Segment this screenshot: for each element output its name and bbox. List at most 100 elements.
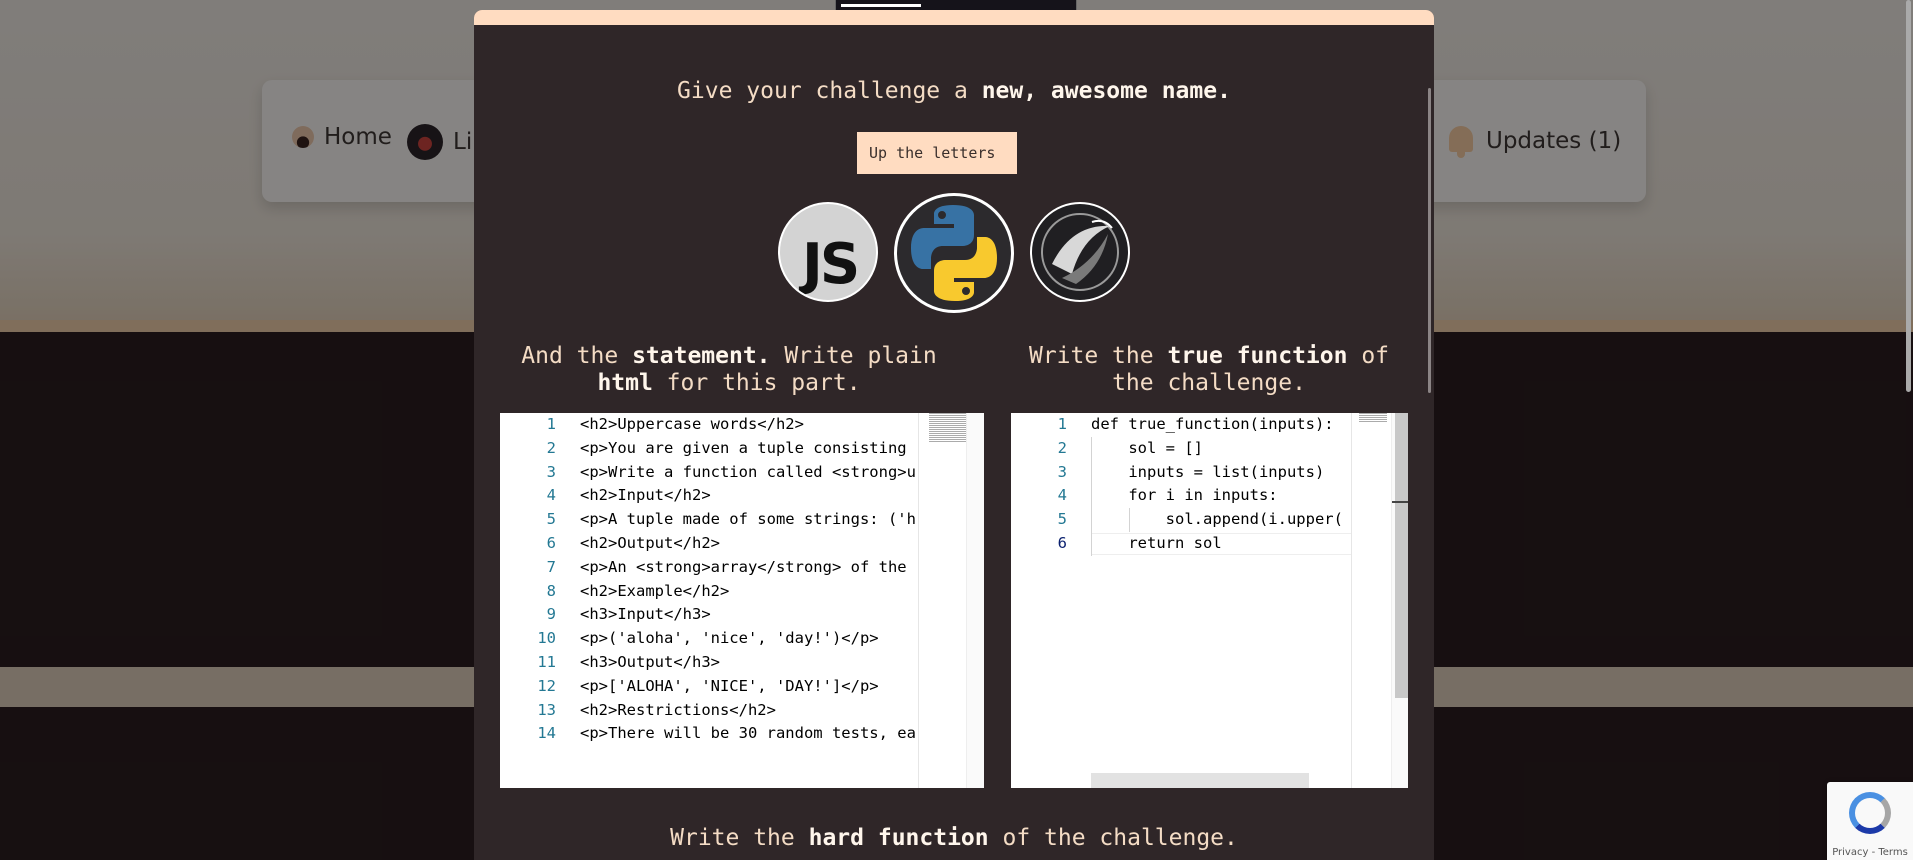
code-line[interactable]: 2 sol = [] [1011,437,1408,461]
statement-heading: And the statement. Write plain html for … [504,343,954,397]
recaptcha-links[interactable]: Privacy - Terms [1827,847,1913,858]
create-challenge-modal: Give your challenge a new, awesome name.… [474,10,1434,860]
line-number: 1 [1057,415,1067,433]
recaptcha-icon [1849,792,1891,834]
code-line[interactable]: 8 <h2>Example</h2> [500,580,984,604]
line-number: 4 [1057,486,1067,505]
cursor-position-marker [1392,501,1408,503]
line-number: 6 [1057,533,1067,552]
code-text[interactable]: <p>You are given a tuple consisting [580,437,907,461]
code-line[interactable]: 6 return sol [1011,532,1408,556]
javascript-logo: JS [802,232,860,297]
minimap-preview [1359,413,1387,423]
code-line[interactable]: 10 <p>('aloha', 'nice', 'day!')</p> [500,627,984,651]
language-python[interactable] [894,193,1014,313]
recaptcha-badge[interactable]: Privacy - Terms [1827,782,1913,860]
true-heading-bold: true function [1167,343,1348,369]
challenge-name-input[interactable] [857,132,1017,174]
statement-editor-scrollbar[interactable] [966,413,984,788]
code-text[interactable]: <p>There will be 30 random tests, ea [580,722,916,746]
statement-editor-minimap[interactable] [918,413,967,788]
true-editor-scrollbar[interactable] [1391,413,1408,788]
page-scrollbar-thumb[interactable] [1906,0,1911,392]
name-heading-bold: new, awesome name. [981,78,1231,104]
code-line[interactable]: 5 <p>A tuple made of some strings: ('h [500,508,984,532]
code-text[interactable]: <p>An <strong>array</strong> of the [580,556,907,580]
line-number: 3 [1057,462,1067,481]
hard-function-heading: Write the hard function of the challenge… [474,825,1434,852]
code-text[interactable]: <p>Write a function called <strong>u [580,461,916,485]
indent-guide [1129,508,1130,532]
name-heading-text: Give your challenge a [677,78,982,104]
hard-heading-text-1: Write the [670,825,809,851]
code-text[interactable]: <h2>Example</h2> [580,580,729,604]
code-text[interactable]: <p>['ALOHA', 'NICE', 'DAY!']</p> [580,675,879,699]
line-number: 2 [546,438,556,457]
code-line[interactable]: 4 for i in inputs: [1011,484,1408,508]
code-text[interactable]: <h2>Output</h2> [580,532,720,556]
line-number: 5 [546,510,556,529]
code-text[interactable]: <h3>Output</h3> [580,651,720,675]
code-text[interactable]: <h2>Input</h2> [580,484,711,508]
code-line[interactable]: 12 <p>['ALOHA', 'NICE', 'DAY!']</p> [500,675,984,699]
true-editor-scrollbar-thumb[interactable] [1395,413,1408,698]
true-function-heading: Write the true function of the challenge… [1004,343,1414,397]
code-line[interactable]: 3 <p>Write a function called <strong>u [500,461,984,485]
indent-guide [1091,436,1092,556]
line-number: 12 [537,676,556,695]
line-number: 5 [1057,510,1067,529]
modal-scrollbar[interactable] [1428,88,1431,393]
ocaml-logo-icon [1041,213,1119,291]
code-line[interactable]: 3 inputs = list(inputs) [1011,461,1408,485]
language-javascript[interactable]: JS [778,202,878,302]
statement-heading-text-1: And the [521,343,633,369]
true-heading-text-1: Write the [1028,343,1168,369]
name-heading: Give your challenge a new, awesome name. [474,78,1434,105]
code-text[interactable]: sol = [] [1091,437,1203,461]
code-text[interactable]: def true_function(inputs): [1091,413,1334,437]
line-number: 11 [537,652,556,671]
code-text[interactable]: return sol [1091,532,1221,556]
code-line[interactable]: 1 <h2>Uppercase words</h2> [500,413,984,437]
true-editor-lines[interactable]: 1 def true_function(inputs): 2 sol = [] 3 i… [1011,413,1408,556]
hard-heading-text-2: of the challenge. [988,825,1238,851]
code-text[interactable]: <h2>Restrictions</h2> [580,699,776,723]
statement-code-editor[interactable]: 1 <h2>Uppercase words</h2> 2 <p>You are giv… [500,413,984,788]
statement-editor-lines[interactable]: 1 <h2>Uppercase words</h2> 2 <p>You are giv… [500,413,984,746]
code-line[interactable]: 6 <h2>Output</h2> [500,532,984,556]
code-text[interactable]: inputs = list(inputs) [1091,461,1324,485]
code-line[interactable]: 1 def true_function(inputs): [1011,413,1408,437]
line-number: 6 [546,533,556,552]
line-number: 3 [546,462,556,481]
true-editor-horizontal-scrollbar[interactable] [1091,773,1309,788]
code-line[interactable]: 4 <h2>Input</h2> [500,484,984,508]
code-line[interactable]: 2 <p>You are given a tuple consisting [500,437,984,461]
language-ocaml[interactable] [1030,202,1130,302]
line-number: 10 [537,629,556,648]
statement-heading-bold-2: html [597,370,653,396]
code-line[interactable]: 13 <h2>Restrictions</h2> [500,699,984,723]
code-text[interactable]: <h2>Uppercase words</h2> [580,413,804,437]
code-line[interactable]: 11 <h3>Output</h3> [500,651,984,675]
minimap-preview [929,413,967,443]
code-text[interactable]: for i in inputs: [1091,484,1277,508]
line-number: 1 [546,415,556,433]
true-editor-minimap[interactable] [1351,413,1392,788]
page-scrollbar[interactable] [1905,0,1913,860]
statement-heading-bold-1: statement. [632,343,771,369]
line-number: 4 [546,486,556,505]
true-function-code-editor[interactable]: 1 def true_function(inputs): 2 sol = [] 3 i… [1011,413,1408,788]
line-number: 8 [546,581,556,600]
line-number: 13 [537,700,556,719]
hard-heading-bold: hard function [808,825,989,851]
code-line[interactable]: 9 <h3>Input</h3> [500,603,984,627]
line-number: 9 [546,605,556,624]
code-text[interactable]: <p>A tuple made of some strings: ('h [580,508,916,532]
code-line[interactable]: 14 <p>There will be 30 random tests, ea [500,722,984,746]
code-line[interactable]: 7 <p>An <strong>array</strong> of the [500,556,984,580]
code-text[interactable]: <h3>Input</h3> [580,603,711,627]
code-line[interactable]: 5 sol.append(i.upper( [1011,508,1408,532]
code-text[interactable]: <p>('aloha', 'nice', 'day!')</p> [580,627,879,651]
statement-heading-text-2: Write plain [770,343,937,369]
statement-heading-text-3: for this part. [652,370,861,396]
